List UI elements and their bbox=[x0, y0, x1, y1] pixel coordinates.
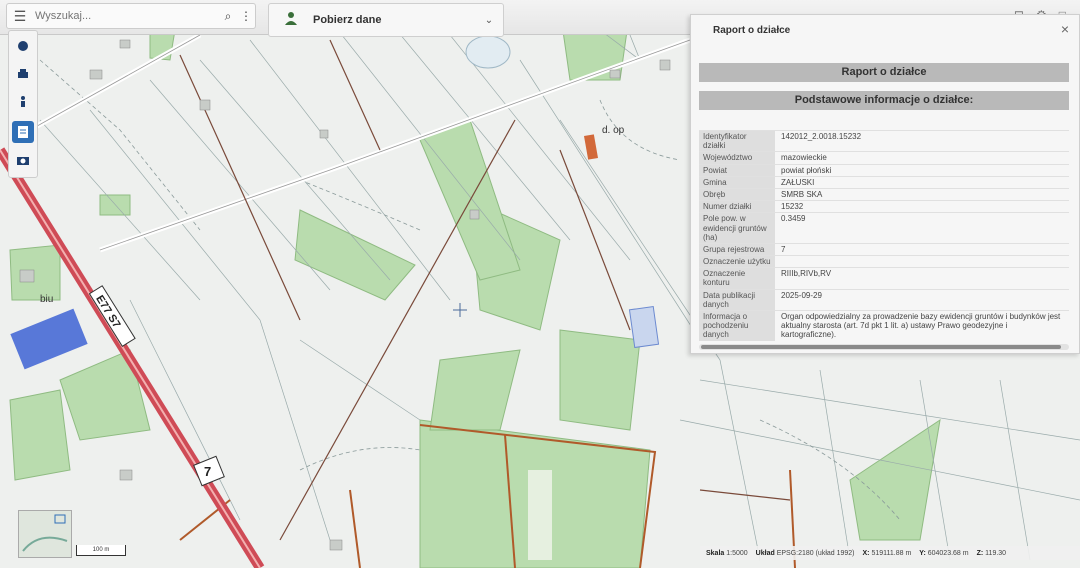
x-readout: X: 519111.88 m bbox=[862, 549, 912, 557]
chevron-down-icon[interactable]: ⌄ bbox=[475, 15, 503, 26]
street-view-button[interactable] bbox=[12, 91, 34, 113]
row-key: Obręb bbox=[699, 188, 775, 201]
table-row: Pole pow. w ewidencji gruntów (ha) 0.3459 bbox=[699, 212, 1069, 243]
table-row: Informacja o pochodzeniu danych Organ odp… bbox=[699, 310, 1069, 341]
left-toolbar bbox=[8, 30, 38, 178]
overview-minimap[interactable] bbox=[18, 510, 72, 558]
row-value: mazowieckie bbox=[781, 153, 827, 163]
row-key: Powiat bbox=[699, 164, 775, 176]
selected-parcel bbox=[628, 305, 660, 349]
table-row: Oznaczenie użytku bbox=[699, 255, 1069, 268]
z-readout: Z: 119.30 bbox=[976, 549, 1007, 557]
table-row: Powiat powiat płoński bbox=[699, 163, 1069, 176]
row-value: powiat płoński bbox=[781, 165, 832, 175]
more-options-icon[interactable]: ⋮ bbox=[237, 9, 255, 23]
row-key: Oznaczenie konturu bbox=[699, 268, 775, 289]
row-key: Oznaczenie użytku bbox=[699, 256, 775, 268]
hamburger-menu-icon[interactable]: ☰ bbox=[7, 8, 33, 25]
row-value: SMRB SKA bbox=[781, 189, 823, 199]
print-icon bbox=[18, 69, 28, 78]
scale-readout: Skala 1:5000 bbox=[706, 549, 748, 557]
table-row: Oznaczenie konturu RIIIb,RIVb,RV bbox=[699, 267, 1069, 289]
table-row: Obręb SMRB SKA bbox=[699, 187, 1069, 201]
scale-bar: 100 m bbox=[76, 545, 126, 556]
row-value: 0.3459 bbox=[781, 214, 806, 224]
report-button[interactable] bbox=[12, 121, 34, 143]
field-label: d. op bbox=[602, 125, 625, 136]
report-header: Raport o działce bbox=[699, 63, 1069, 82]
download-data-label: Pobierz dane bbox=[313, 14, 382, 26]
row-key: Informacja o pochodzeniu danych bbox=[699, 311, 775, 341]
search-icon[interactable]: ⌕ bbox=[219, 9, 237, 24]
basic-info-header: Podstawowe informacje o działce: bbox=[699, 91, 1069, 110]
row-value: ZAŁUSKI bbox=[781, 177, 815, 187]
status-bar: Skala 1:5000 Układ EPSG:2180 (układ 1992… bbox=[700, 546, 1080, 560]
row-value: 142012_2.0018.15232 bbox=[781, 132, 862, 141]
row-value: 7 bbox=[781, 244, 786, 254]
search-input[interactable] bbox=[33, 9, 219, 23]
parcel-info-table: Identyfikator działki 142012_2.0018.15232… bbox=[699, 130, 1069, 341]
table-row: Identyfikator działki 142012_2.0018.15232 bbox=[699, 130, 1069, 152]
download-data-dropdown[interactable]: Pobierz dane ⌄ bbox=[268, 3, 504, 37]
row-value: 2025-09-29 bbox=[781, 290, 822, 300]
scrollbar-thumb[interactable] bbox=[701, 345, 1061, 349]
layers-icon bbox=[18, 41, 28, 51]
parcel-report-panel: Raport o działce × Raport o działce Pods… bbox=[690, 14, 1080, 354]
crs-readout: Układ EPSG:2180 (układ 1992) bbox=[755, 549, 855, 557]
table-row: Grupa rejestrowa 7 bbox=[699, 242, 1069, 256]
row-key: Identyfikator działki bbox=[699, 131, 775, 152]
table-row: Województwo mazowieckie bbox=[699, 151, 1069, 164]
camera-icon bbox=[17, 157, 29, 165]
row-key: Pole pow. w ewidencji gruntów (ha) bbox=[699, 213, 775, 243]
row-key: Grupa rejestrowa bbox=[699, 243, 775, 256]
table-row: Gmina ZAŁUSKI bbox=[699, 175, 1069, 188]
row-key: Gmina bbox=[699, 176, 775, 188]
panel-title: Raport o działce bbox=[713, 25, 791, 36]
table-row: Numer działki 15232 bbox=[699, 200, 1069, 213]
route-number-label: 7 bbox=[204, 464, 211, 479]
search-box: ☰ ⌕ ⋮ bbox=[6, 3, 256, 29]
print-button[interactable] bbox=[12, 63, 34, 85]
download-person-icon bbox=[269, 11, 313, 30]
row-value: 15232 bbox=[781, 202, 804, 212]
street-view-icon bbox=[21, 96, 25, 107]
table-row: Data publikacji danych 2025-09-29 bbox=[699, 288, 1069, 310]
horizontal-scrollbar[interactable] bbox=[699, 344, 1069, 350]
row-value: RIIIb,RIVb,RV bbox=[781, 269, 832, 279]
camera-button[interactable] bbox=[12, 149, 34, 171]
row-key: Numer działki bbox=[699, 201, 775, 213]
row-value: Organ odpowiedzialny za prowadzenie bazy… bbox=[781, 312, 1061, 340]
building-label: biu bbox=[40, 294, 53, 305]
row-key: Województwo bbox=[699, 152, 775, 164]
close-icon[interactable]: × bbox=[1061, 21, 1069, 37]
row-value bbox=[775, 256, 1069, 267]
report-icon bbox=[18, 126, 28, 138]
row-key: Data publikacji danych bbox=[699, 289, 775, 310]
pond bbox=[465, 35, 511, 69]
y-readout: Y: 604023.68 m bbox=[919, 549, 969, 557]
layers-button[interactable] bbox=[12, 35, 34, 57]
